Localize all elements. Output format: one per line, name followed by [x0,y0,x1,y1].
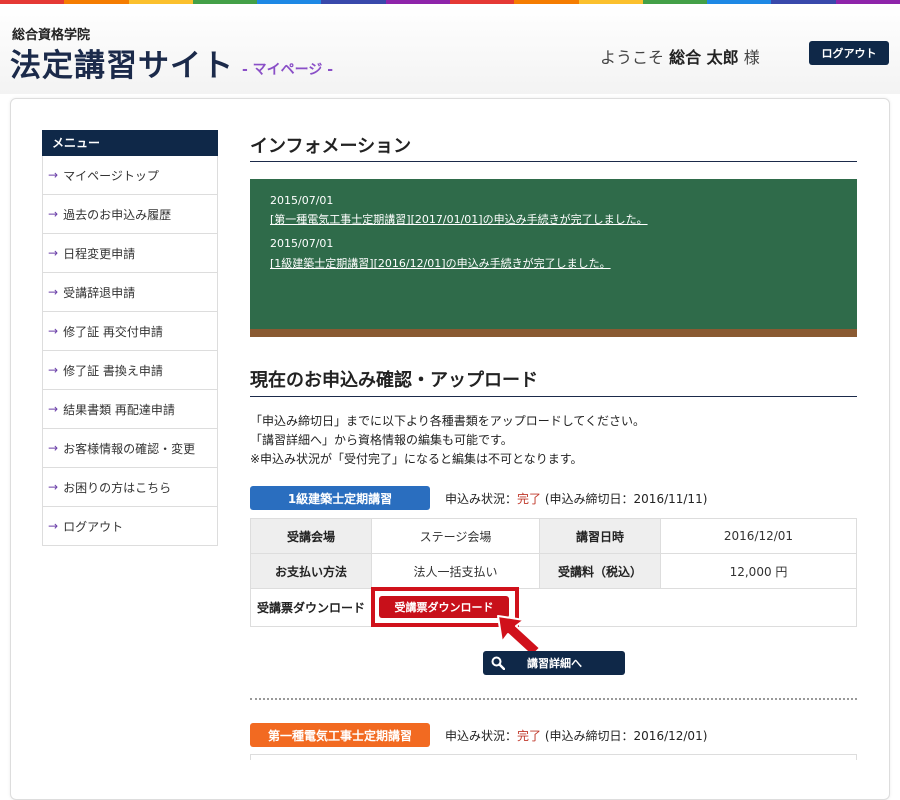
course-badge: 1級建築士定期講習 [250,486,430,510]
sidebar-item-label: 修了証 再交付申請 [63,324,163,339]
sidebar-item-customer-info[interactable]: → お客様情報の確認・変更 [42,429,218,468]
sidebar-item-schedule-change[interactable]: → 日程変更申請 [42,234,218,273]
section-divider [250,161,857,162]
welcome-suffix: 様 [743,48,760,67]
info-link[interactable]: [第一種電気工事士定期講習][2017/01/01]の申込み手続きが完了しました… [270,211,648,227]
welcome-message: ようこそ 総合 太郎 様 [600,44,760,68]
information-board: 2015/07/01 [第一種電気工事士定期講習][2017/01/01]の申込… [250,179,857,337]
course-detail-button[interactable]: 講習詳細へ [483,651,625,675]
sidebar-item-label: 受講辞退申請 [63,285,136,300]
course-badge: 第一種電気工事士定期講習 [250,723,430,747]
description-line: ※申込み状況が「受付完了」になると編集は不可となります。 [250,452,583,466]
sidebar-item-cancel[interactable]: → 受講辞退申請 [42,273,218,312]
course-details-table: 受講会場 ステージ会場 講習日時 2016/12/01 お支払い方法 法人一括支… [250,518,857,589]
fee-label: 受講料（税込） [539,553,661,589]
sidebar-item-label: 過去のお申込み履歴 [63,207,172,222]
menu-heading: メニュー [42,130,218,156]
arrow-right-icon: → [48,285,59,299]
status-value: 完了 [517,729,542,743]
arrow-right-icon: → [48,480,59,494]
sidebar-item-reissue[interactable]: → 修了証 再交付申請 [42,312,218,351]
arrow-right-icon: → [48,168,59,182]
section-divider [250,396,857,397]
sidebar-item-label: 結果書類 再配達申請 [63,402,175,417]
venue-value: ステージ会場 [371,518,540,554]
sidebar-item-help[interactable]: → お困りの方はこちら [42,468,218,507]
sidebar-item-logout[interactable]: → ログアウト [42,507,218,546]
info-date: 2015/07/01 [270,237,334,250]
description-line: 「講習詳細へ」から資格情報の編集も可能です。 [250,433,513,447]
arrow-right-icon: → [48,519,59,533]
header-logout-button[interactable]: ログアウト [809,41,889,65]
payment-label: お支払い方法 [250,553,372,589]
sidebar-item-label: マイページトップ [63,168,159,183]
arrow-right-icon: → [48,207,59,221]
applications-description: 「申込み締切日」までに以下より各種書類をアップロードしてください。 「講習詳細へ… [250,412,645,469]
status-value: 完了 [517,492,542,506]
sidebar-item-label: 日程変更申請 [63,246,136,261]
user-name: 総合 太郎 [669,48,739,67]
ticket-download-button[interactable]: 受講票ダウンロード [379,596,509,618]
date-label: 講習日時 [539,518,661,554]
sidebar-item-label: ログアウト [63,519,124,534]
arrow-right-icon: → [48,246,59,260]
sidebar-item-label: お客様情報の確認・変更 [63,441,196,456]
application-status: 申込み状況：完了 (申込み締切日：2016/12/01) [445,727,707,744]
applications-title: 現在のお申込み確認・アップロード [250,370,538,391]
site-header: 総合資格学院 法定講習サイト - マイページ - ようこそ 総合 太郎 様 ログ… [0,4,900,94]
description-line: 「申込み締切日」までに以下より各種書類をアップロードしてください。 [250,414,646,428]
venue-label: 受講会場 [250,518,372,554]
arrow-right-icon: → [48,324,59,338]
detail-button-label: 講習詳細へ [527,657,582,670]
course-details-table-partial [250,754,857,760]
info-date: 2015/07/01 [270,194,334,207]
application-status: 申込み状況：完了 (申込み締切日：2016/11/11) [445,490,707,507]
arrow-right-icon: → [48,402,59,416]
dotted-divider [250,698,857,700]
download-label: 受講票ダウンロード [257,601,366,615]
arrow-right-icon: → [48,441,59,455]
arrow-right-icon: → [48,363,59,377]
search-icon [491,656,505,670]
info-link[interactable]: [1級建築士定期講習][2016/12/01]の申込み手続きが完了しました。 [270,255,611,271]
sidebar-item-label: 修了証 書換え申請 [63,363,163,378]
site-subtitle: - マイページ - [242,62,334,78]
payment-value: 法人一括支払い [371,553,540,589]
fee-value: 12,000 円 [660,553,857,589]
status-prefix: 申込み状況： [445,492,518,506]
deadline: (申込み締切日：2016/11/11) [544,492,708,506]
site-title[interactable]: 法定講習サイト [10,40,234,85]
status-prefix: 申込み状況： [445,729,518,743]
sidebar-item-label: お困りの方はこちら [63,480,172,495]
sidebar-item-mypage-top[interactable]: → マイページトップ [42,156,218,195]
welcome-prefix: ようこそ [600,48,665,67]
deadline: (申込み締切日：2016/12/01) [544,729,708,743]
sidebar-item-history[interactable]: → 過去のお申込み履歴 [42,195,218,234]
sidebar-item-rewrite[interactable]: → 修了証 書換え申請 [42,351,218,390]
download-row: 受講票ダウンロード 受講票ダウンロード [250,587,857,627]
date-value: 2016/12/01 [660,518,857,554]
information-title: インフォメーション [250,136,412,157]
sidebar-item-redelivery[interactable]: → 結果書類 再配達申請 [42,390,218,429]
sidebar-menu: メニュー → マイページトップ → 過去のお申込み履歴 → 日程変更申請 → 受講辞退申… [42,130,218,546]
